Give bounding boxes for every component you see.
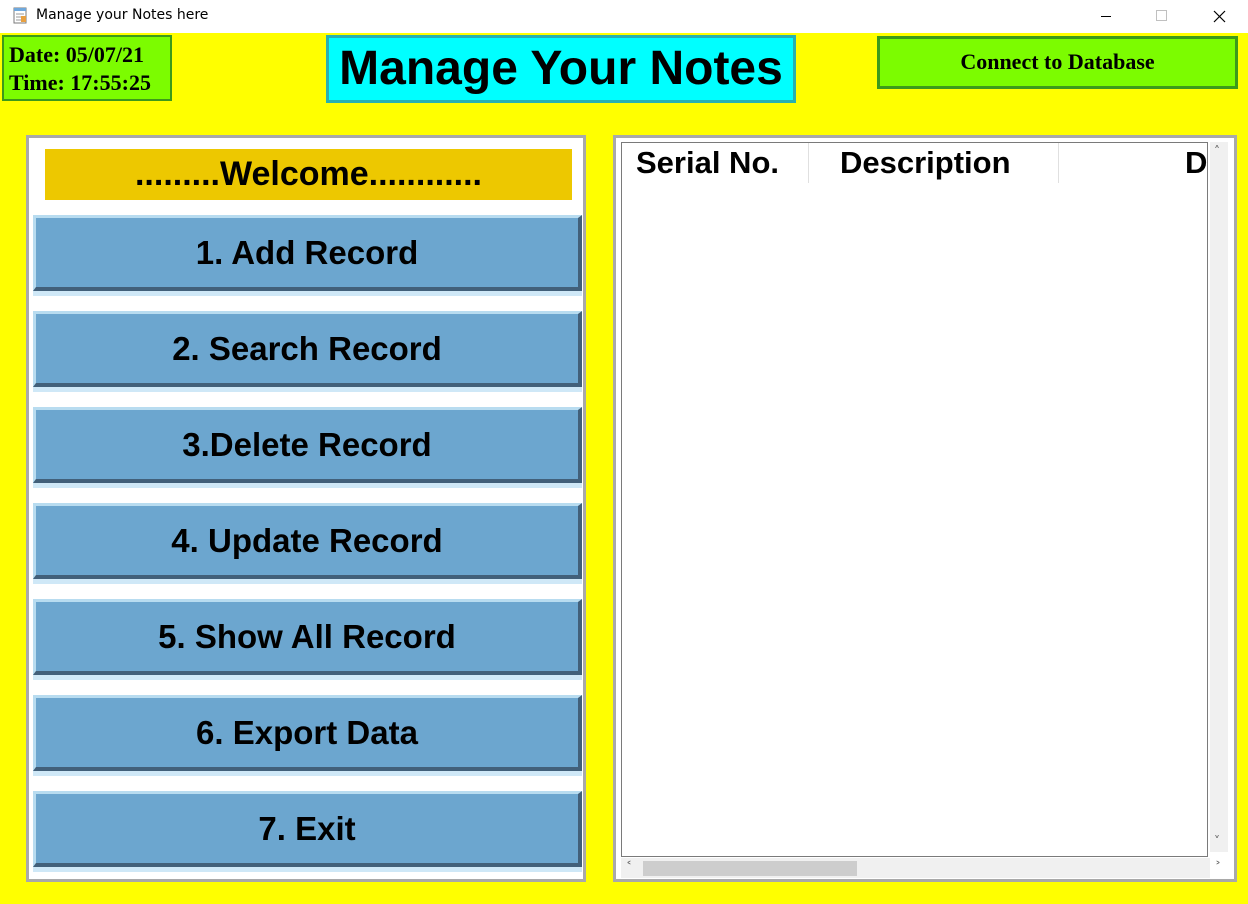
welcome-banner: .........Welcome............ <box>45 149 572 200</box>
date-label: Date: 05/07/21 <box>9 42 145 67</box>
close-icon <box>1213 10 1226 23</box>
maximize-button[interactable] <box>1138 0 1184 33</box>
delete-record-button[interactable]: 3.Delete Record <box>33 407 582 488</box>
menu-panel: .........Welcome............ 1. Add Reco… <box>26 135 586 882</box>
horizontal-scroll-thumb[interactable] <box>643 861 857 876</box>
notepad-app-icon <box>13 7 27 24</box>
column-separator[interactable] <box>808 143 809 183</box>
date-time-box: Date: 05/07/21 Time: 17:55:25 <box>2 35 172 101</box>
main-area: Date: 05/07/21 Time: 17:55:25 Manage You… <box>0 33 1248 904</box>
close-button[interactable] <box>1196 0 1242 33</box>
add-record-button[interactable]: 1. Add Record <box>33 215 582 296</box>
time-label: Time: 17:55:25 <box>9 70 151 95</box>
horizontal-scrollbar[interactable]: ˂ ˃ <box>621 858 1221 878</box>
search-record-button[interactable]: 2. Search Record <box>33 311 582 392</box>
connect-database-button[interactable]: Connect to Database <box>877 36 1238 89</box>
column-separator[interactable] <box>1058 143 1059 183</box>
update-record-button[interactable]: 4. Update Record <box>33 503 582 584</box>
records-panel: Serial No. Description D ˄ ˅ ˂ ˃ <box>613 135 1237 882</box>
scroll-right-icon[interactable]: ˃ <box>1215 860 1221 874</box>
show-all-record-button[interactable]: 5. Show All Record <box>33 599 582 680</box>
page-title: Manage Your Notes <box>326 35 796 103</box>
minimize-icon <box>1101 16 1111 17</box>
window-titlebar: Manage your Notes here <box>0 0 1248 33</box>
column-header-serial[interactable]: Serial No. <box>636 143 806 185</box>
scroll-up-icon[interactable]: ˄ <box>1214 144 1220 158</box>
minimize-button[interactable] <box>1083 0 1129 33</box>
window-title: Manage your Notes here <box>36 7 209 23</box>
export-data-button[interactable]: 6. Export Data <box>33 695 582 776</box>
column-header-description[interactable]: Description <box>840 143 1055 185</box>
scroll-left-icon[interactable]: ˂ <box>626 860 632 874</box>
records-table[interactable]: Serial No. Description D <box>621 142 1208 857</box>
scroll-down-icon[interactable]: ˅ <box>1214 834 1220 848</box>
column-header-date[interactable]: D <box>1185 143 1207 185</box>
exit-button[interactable]: 7. Exit <box>33 791 582 872</box>
maximize-icon <box>1156 10 1167 21</box>
vertical-scrollbar[interactable]: ˄ ˅ <box>1210 142 1228 852</box>
